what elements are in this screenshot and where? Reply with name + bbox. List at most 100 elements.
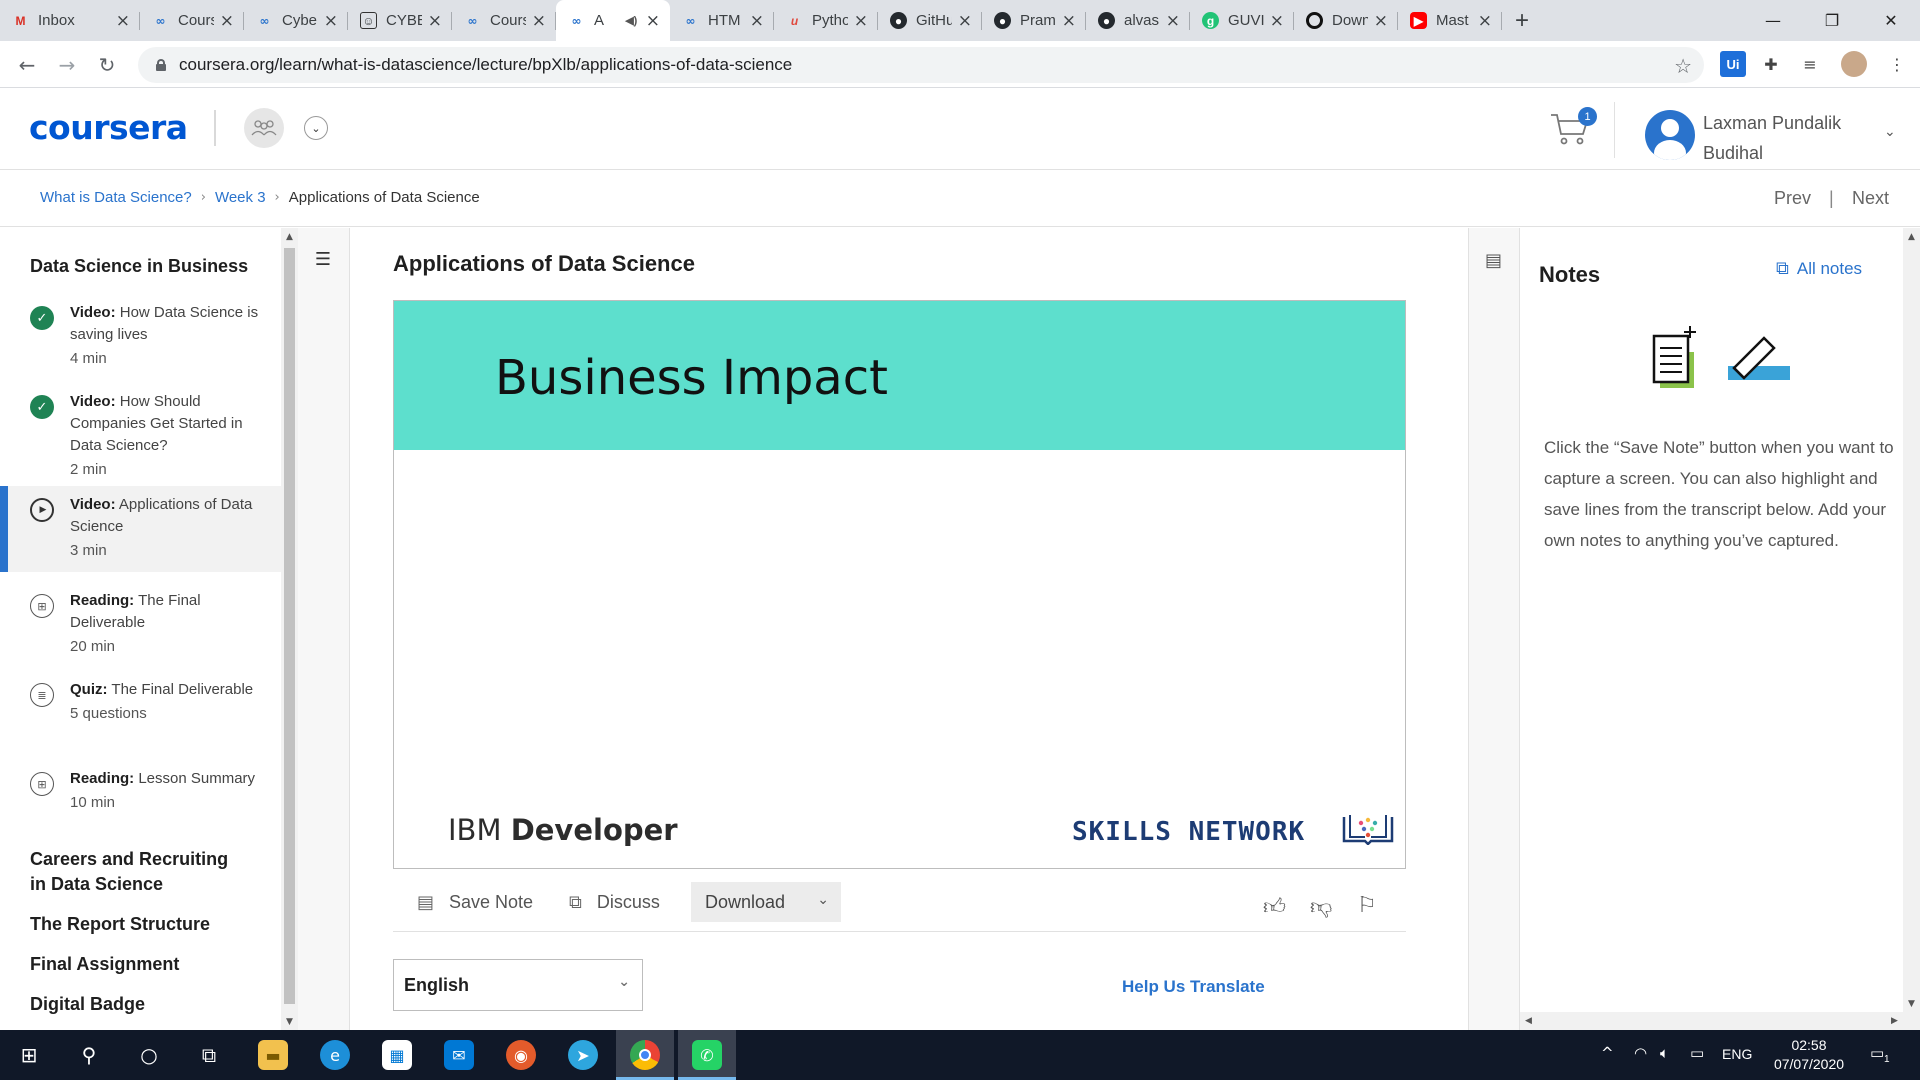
save-note-button[interactable]: ▤ Save Note (417, 892, 533, 913)
volume-icon[interactable]: 🔈︎ (1660, 1044, 1669, 1062)
browser-tab[interactable]: g GUVI × (1190, 0, 1294, 41)
user-avatar[interactable] (1645, 110, 1695, 160)
chrome-menu-icon[interactable]: ⋮ (1884, 51, 1910, 77)
close-tab-icon[interactable]: × (428, 11, 442, 31)
browser-tab[interactable]: M Inbox × (0, 0, 140, 41)
video-player[interactable]: Business Impact IBM Developer SKILLS NET… (393, 300, 1406, 869)
scroll-down-arrow-icon[interactable]: ▼ (1903, 995, 1920, 1012)
notes-horizontal-scrollbar[interactable]: ◀ ▶ (1520, 1012, 1903, 1030)
lesson-item[interactable]: ⊞ Reading: Lesson Summary 10 min (0, 760, 281, 836)
task-view-icon[interactable]: ⧉ (180, 1030, 238, 1080)
language-select[interactable]: English ⌄ (393, 959, 643, 1011)
browser-tab[interactable]: ∞ HTM × (670, 0, 774, 41)
module-link[interactable]: Digital Badge (30, 992, 240, 1017)
close-tab-icon[interactable]: × (750, 11, 764, 31)
browser-tab[interactable]: ● Pram × (982, 0, 1086, 41)
sidebar-scrollbar[interactable]: ▲ ▼ (281, 228, 298, 1030)
close-tab-icon[interactable]: × (220, 11, 234, 31)
browser-tab[interactable]: ▶ Mast × (1398, 0, 1502, 41)
scroll-left-arrow-icon[interactable]: ◀ (1520, 1012, 1537, 1029)
file-explorer-icon[interactable]: ▬ (244, 1030, 302, 1080)
battery-icon[interactable]: ▭ (1690, 1044, 1704, 1062)
new-tab-button[interactable]: + (1502, 0, 1542, 41)
back-arrow-icon[interactable]: ← (11, 49, 43, 81)
browser-tab[interactable]: Down × (1294, 0, 1398, 41)
lesson-item[interactable]: ✓ Video: How Data Science is saving live… (0, 294, 281, 372)
profile-avatar[interactable] (1841, 51, 1867, 77)
discuss-button[interactable]: ⧉ Discuss (569, 892, 660, 913)
lesson-item-current[interactable]: ▶ Video: Applications of Data Science 3 … (0, 486, 281, 572)
browser-tab-active[interactable]: ∞ A ◀) × (556, 0, 670, 41)
url-text[interactable]: coursera.org/learn/what-is-datascience/l… (179, 55, 792, 75)
help-translate-link[interactable]: Help Us Translate (1122, 977, 1265, 997)
scroll-right-arrow-icon[interactable]: ▶ (1886, 1012, 1903, 1029)
ui-extension-icon[interactable]: Ui (1720, 51, 1746, 77)
scroll-up-arrow-icon[interactable]: ▲ (1903, 228, 1920, 245)
reload-icon[interactable]: ↻ (91, 49, 123, 81)
media-player-icon[interactable]: ◉ (492, 1030, 550, 1080)
url-field[interactable]: coursera.org/learn/what-is-datascience/l… (138, 47, 1704, 83)
close-tab-icon[interactable]: × (116, 11, 130, 31)
tray-expand-icon[interactable]: ^ (1601, 1044, 1614, 1062)
audio-playing-icon[interactable]: ◀) (623, 12, 640, 29)
window-close-icon[interactable]: ✕ (1862, 0, 1920, 41)
notification-center-icon[interactable]: ▭ (1870, 1044, 1884, 1062)
flag-icon[interactable]: ⚐ (1357, 893, 1377, 918)
thumbs-down-icon[interactable]: 👎︎ (1310, 893, 1332, 920)
store-icon[interactable]: ▦ (368, 1030, 426, 1080)
close-tab-icon[interactable]: × (532, 11, 546, 31)
coursera-logo[interactable]: coursera (29, 108, 188, 147)
close-tab-icon[interactable]: × (854, 11, 868, 31)
mail-icon[interactable]: ✉ (430, 1030, 488, 1080)
lesson-item[interactable]: ≣ Quiz: The Final Deliverable 5 question… (0, 671, 281, 747)
outline-list-icon[interactable]: ☰ (312, 248, 334, 270)
chevron-down-icon[interactable]: ⌄ (1884, 124, 1896, 140)
browser-tab[interactable]: u Pytho × (774, 0, 878, 41)
browser-tab[interactable]: ● alvas × (1086, 0, 1190, 41)
user-name[interactable]: Laxman Pundalik Budihal (1703, 108, 1883, 168)
edge-browser-icon[interactable]: e (306, 1030, 364, 1080)
search-icon[interactable]: ⚲ (60, 1030, 118, 1080)
extensions-puzzle-icon[interactable]: ✚ (1758, 51, 1784, 77)
prev-button[interactable]: Prev (1774, 188, 1811, 209)
windows-start-icon[interactable]: ⊞ (0, 1030, 58, 1080)
close-tab-icon[interactable]: × (1270, 11, 1284, 31)
close-tab-icon[interactable]: × (1478, 11, 1492, 31)
chevron-down-icon[interactable]: ⌄ (304, 116, 328, 140)
module-link[interactable]: Careers and Recruiting in Data Science (30, 847, 240, 897)
telegram-icon[interactable]: ➤ (554, 1030, 612, 1080)
module-link[interactable]: Final Assignment (30, 952, 240, 977)
bookmark-star-icon[interactable]: ☆ (1674, 54, 1692, 78)
close-tab-icon[interactable]: × (646, 11, 660, 31)
close-tab-icon[interactable]: × (324, 11, 338, 31)
whatsapp-icon[interactable]: ✆ (678, 1030, 736, 1080)
notes-scrollbar[interactable]: ▲ ▼ (1903, 228, 1920, 1030)
browser-tab[interactable]: ☺ CYBE × (348, 0, 452, 41)
wifi-icon[interactable]: ◠ (1634, 1044, 1647, 1062)
minimize-icon[interactable]: — (1744, 0, 1802, 41)
thumbs-up-icon[interactable]: 👍︎ (1263, 893, 1286, 920)
lesson-item[interactable]: ✓ Video: How Should Companies Get Starte… (0, 383, 281, 478)
group-icon[interactable] (244, 108, 284, 148)
download-button[interactable]: Download ⌄ (691, 882, 841, 922)
breadcrumb-course-link[interactable]: What is Data Science? (40, 189, 192, 206)
restore-icon[interactable]: ❐ (1803, 0, 1861, 41)
chrome-taskbar-icon[interactable] (616, 1030, 674, 1080)
system-clock[interactable]: 02:58 07/07/2020 (1764, 1036, 1854, 1074)
close-tab-icon[interactable]: × (1166, 11, 1180, 31)
scrollbar-thumb[interactable] (284, 248, 295, 1004)
language-indicator[interactable]: ENG (1722, 1046, 1752, 1062)
browser-tab[interactable]: ∞ Cours × (452, 0, 556, 41)
close-tab-icon[interactable]: × (958, 11, 972, 31)
cortana-icon[interactable]: ○ (120, 1030, 178, 1080)
scroll-down-arrow-icon[interactable]: ▼ (281, 1013, 298, 1030)
all-notes-link[interactable]: ⧉ All notes (1776, 258, 1862, 279)
lesson-item[interactable]: ⊞ Reading: The Final Deliverable 20 min (0, 582, 281, 658)
forward-arrow-icon[interactable]: → (51, 49, 83, 81)
breadcrumb-week-link[interactable]: Week 3 (215, 189, 266, 206)
module-link[interactable]: The Report Structure (30, 912, 240, 937)
browser-tab[interactable]: ● GitHu × (878, 0, 982, 41)
close-tab-icon[interactable]: × (1062, 11, 1076, 31)
browser-tab[interactable]: ∞ Cours × (140, 0, 244, 41)
browser-tab[interactable]: ∞ Cyber × (244, 0, 348, 41)
